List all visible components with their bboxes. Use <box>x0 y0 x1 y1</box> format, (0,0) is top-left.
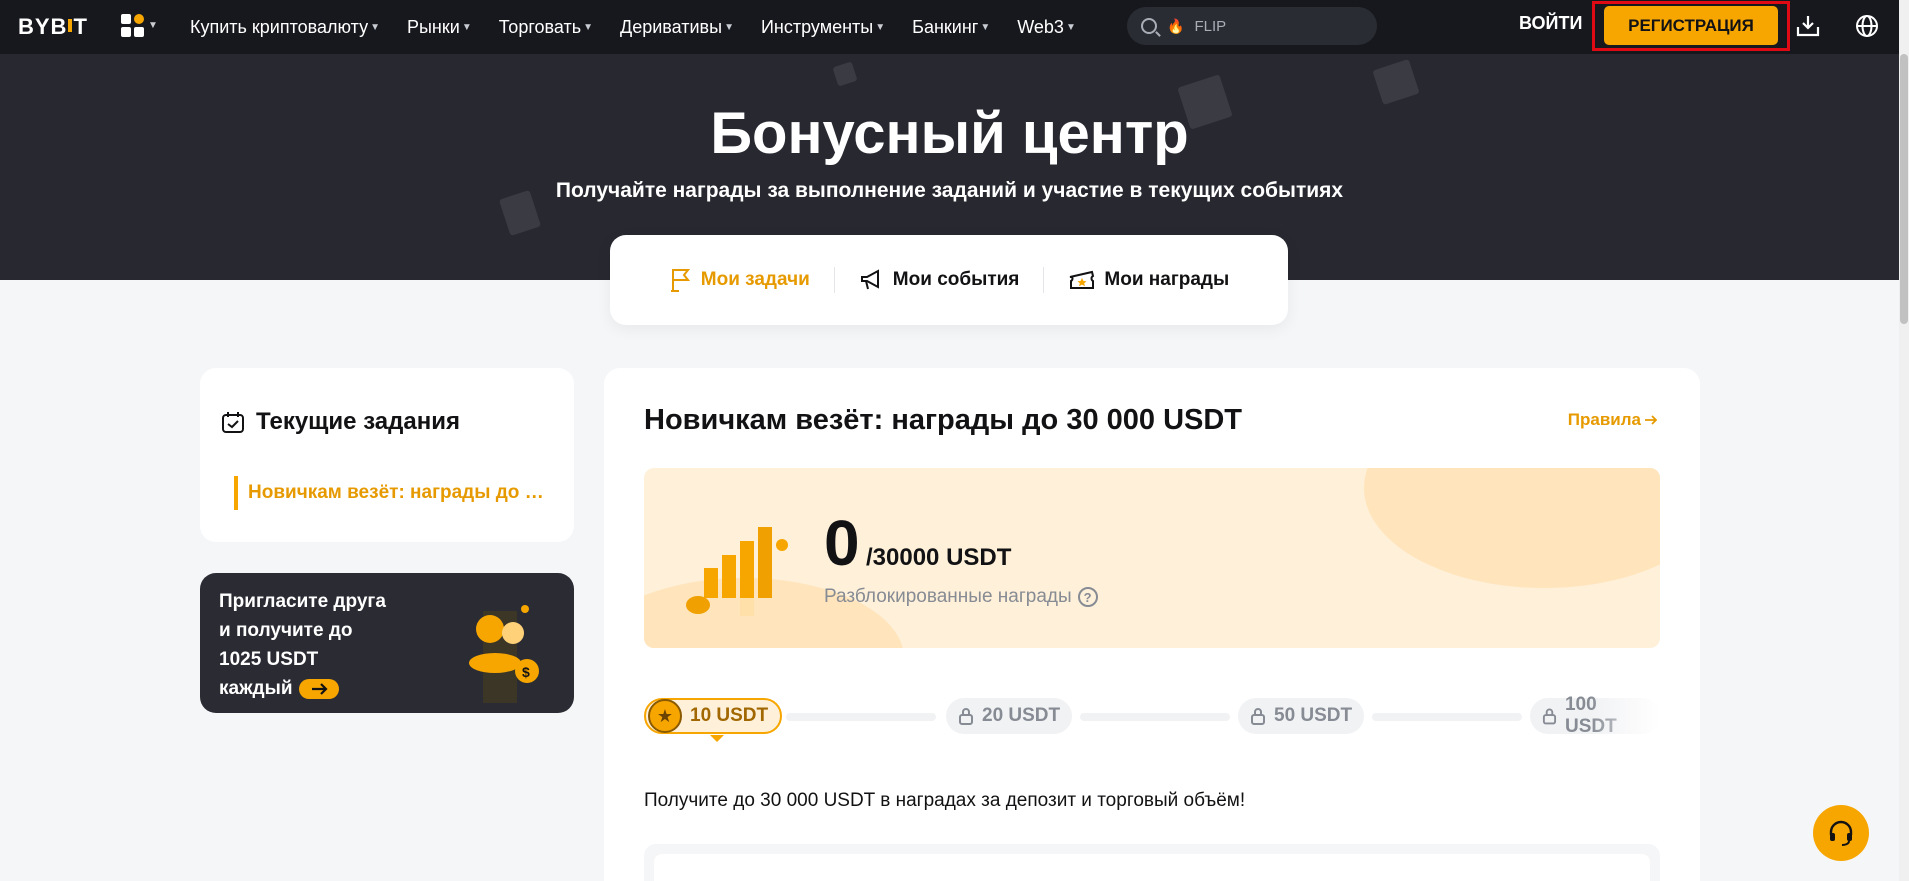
reward-total: /30000 USDT <box>866 544 1012 571</box>
milestone-track: ★ 10 USDT 20 USDT 50 USDT 100 USDT <box>644 690 1660 746</box>
page-title: Бонусный центр <box>710 101 1189 166</box>
lock-icon <box>1542 708 1557 725</box>
friends-money-illustration: $ <box>469 605 539 703</box>
task-detail-card: Новичкам везёт: награды до 30 000 USDT П… <box>604 368 1700 881</box>
megaphone-icon <box>860 269 879 290</box>
apps-menu[interactable]: ▼ <box>121 14 158 37</box>
task-title: Новичкам везёт: награды до 30 000 USDT <box>644 404 1243 436</box>
milestone-10-usdt[interactable]: ★ 10 USDT <box>644 698 783 734</box>
page-subtitle: Получайте награды за выполнение заданий … <box>555 179 1344 202</box>
chevron-down-icon: ▼ <box>724 21 734 33</box>
svg-text:$: $ <box>522 664 530 680</box>
star-icon: ★ <box>648 699 682 733</box>
milestone-20-usdt[interactable]: 20 USDT <box>946 698 1073 734</box>
tab-my-rewards[interactable]: Мои награды <box>1044 268 1253 292</box>
chevron-down-icon: ▼ <box>148 20 158 31</box>
menu-item-buy-crypto[interactable]: Купить криптовалюту ▼ <box>190 17 380 38</box>
task-description: Получите до 30 000 USDT в наградах за де… <box>644 790 1246 811</box>
search-icon <box>1141 18 1157 34</box>
unlocked-rewards-label: Разблокированные награды ? <box>824 586 1098 608</box>
download-icon[interactable] <box>1794 12 1822 40</box>
page-scrollbar[interactable] <box>1899 0 1909 881</box>
decor-cube <box>832 61 858 87</box>
sidebar-task-newcomer[interactable]: Новичкам везёт: награды до 30 000 USDT <box>234 476 554 510</box>
milestone-progress-line <box>786 713 936 721</box>
task-calendar-icon <box>222 412 244 433</box>
menu-item-web3[interactable]: Web3 ▼ <box>1017 17 1076 38</box>
chevron-down-icon: ▼ <box>1065 21 1076 33</box>
chevron-down-icon: ▼ <box>980 21 991 33</box>
milestone-progress-line <box>1372 713 1522 721</box>
chevron-down-icon: ▼ <box>370 21 380 33</box>
milestone-50-usdt[interactable]: 50 USDT <box>1238 698 1365 734</box>
milestone-pointer <box>710 735 724 742</box>
arrow-right-icon <box>1645 415 1658 425</box>
tab-my-events[interactable]: Мои события <box>835 268 1044 292</box>
globe-icon[interactable] <box>1853 12 1881 40</box>
bar-chart-coins-illustration <box>686 527 788 616</box>
headset-icon <box>1829 820 1853 846</box>
chevron-down-icon: ▼ <box>461 21 472 33</box>
lock-icon <box>959 708 973 725</box>
menu-item-tools[interactable]: Инструменты ▼ <box>761 17 885 38</box>
support-chat-button[interactable] <box>1813 805 1869 861</box>
main-menu: Купить криптовалюту ▼ Рынки ▼ Торговать ▼ Д… <box>190 0 1103 54</box>
invite-friend-banner[interactable]: Пригласите друга и получите до 1025 USDT… <box>200 573 574 713</box>
arrow-right-icon[interactable] <box>298 678 339 699</box>
apps-grid-icon <box>121 14 144 37</box>
track-fade-overlay <box>1590 690 1660 746</box>
menu-item-banking[interactable]: Банкинг ▼ <box>912 17 990 38</box>
bybit-logo[interactable]: BYB T <box>18 14 88 40</box>
ticket-icon <box>1070 270 1095 289</box>
reward-value: 0 <box>824 507 860 579</box>
section-tabs: Мои задачи Мои события Мои награды <box>610 235 1288 325</box>
top-navbar: BYB T ▼ Купить криптовалюту ▼ Рынки ▼ Торго… <box>0 0 1909 54</box>
menu-item-derivatives[interactable]: Деривативы ▼ <box>620 17 734 38</box>
tab-my-tasks[interactable]: Мои задачи <box>645 267 834 293</box>
scrollbar-thumb[interactable] <box>1900 54 1908 324</box>
rules-link[interactable]: Правила <box>1568 410 1658 430</box>
current-tasks-heading: Текущие задания <box>220 408 460 436</box>
menu-item-trade[interactable]: Торговать ▼ <box>499 17 593 38</box>
help-icon[interactable]: ? <box>1077 587 1098 607</box>
task-steps-card <box>644 844 1660 881</box>
decor-cube <box>1372 59 1420 105</box>
flame-icon: 🔥 <box>1167 17 1185 34</box>
search-placeholder: FLIP <box>1194 17 1227 35</box>
flag-icon <box>670 269 690 292</box>
current-tasks-card: Текущие задания Новичкам везёт: награды … <box>200 368 574 542</box>
milestone-progress-line <box>1080 713 1230 721</box>
chevron-down-icon: ▼ <box>583 21 594 33</box>
menu-item-markets[interactable]: Рынки ▼ <box>407 17 472 38</box>
reward-progress-box: 0 /30000 USDT Разблокированные награды ? <box>644 468 1660 648</box>
invite-text: Пригласите друга и получите до 1025 USDT… <box>219 591 386 699</box>
lock-icon <box>1251 708 1265 725</box>
login-button[interactable]: ВОЙТИ <box>1519 13 1582 34</box>
decor-blob <box>1364 468 1660 588</box>
chevron-down-icon: ▼ <box>875 21 886 33</box>
search-input[interactable]: 🔥 FLIP <box>1127 7 1377 45</box>
register-button[interactable]: РЕГИСТРАЦИЯ <box>1604 6 1778 45</box>
